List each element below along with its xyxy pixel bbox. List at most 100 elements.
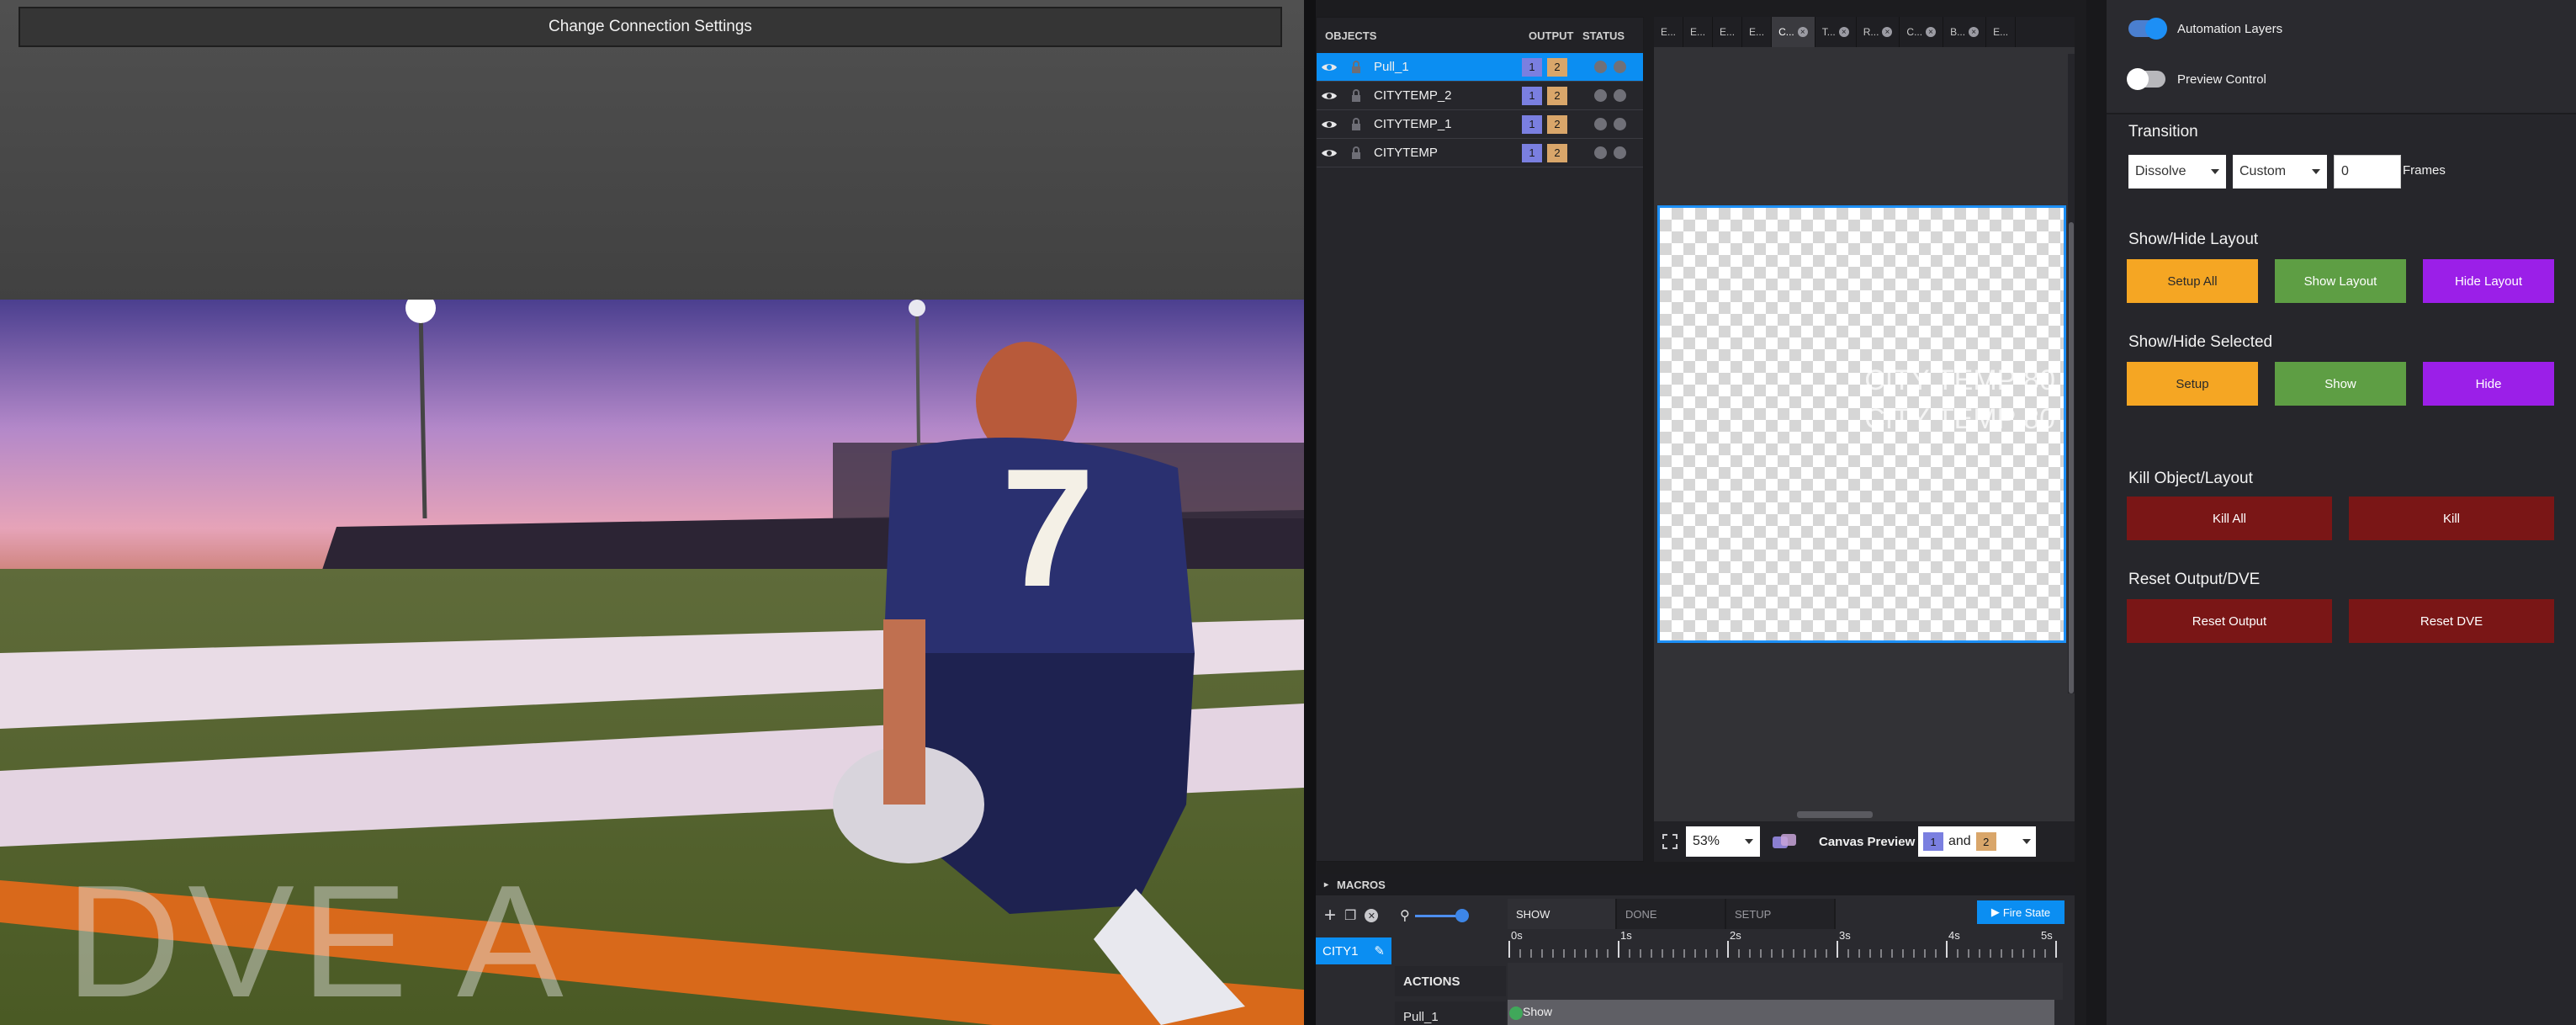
macros-header[interactable]: ▸ MACROS (1316, 874, 2075, 895)
close-tab-icon[interactable]: × (1838, 27, 1849, 37)
collapse-icon[interactable]: ▸ (1324, 880, 1328, 890)
layout-tab-label: E... (1661, 26, 1677, 38)
timeline-tick-label: 2s (1730, 929, 1741, 942)
lock-icon[interactable] (1342, 146, 1370, 160)
toggle-section: Automation Layers Preview Control (2107, 0, 2576, 114)
close-tab-icon[interactable]: × (1969, 27, 1980, 37)
close-tab-icon[interactable]: × (1926, 27, 1937, 37)
lock-icon[interactable] (1342, 88, 1370, 103)
jersey-number: 7 (1001, 434, 1095, 622)
layout-tab[interactable]: E... (1986, 17, 2017, 47)
reset-output-button[interactable]: Reset Output (2127, 599, 2332, 643)
layout-canvas[interactable]: CITY TEMP 80 CITY TEMP 80 (1657, 205, 2066, 643)
visibility-eye-icon[interactable] (1317, 119, 1342, 130)
panel-divider-right[interactable] (2086, 0, 2107, 1025)
macro-item-label: CITY1 (1322, 943, 1359, 959)
transition-title: Transition (2128, 123, 2198, 141)
state-tab-show[interactable]: SHOW (1508, 899, 1617, 929)
automation-layers-label: Automation Layers (2177, 21, 2283, 36)
output-1-badge[interactable]: 1 (1522, 143, 1542, 162)
overlay-toggle-icon[interactable] (1760, 832, 1810, 851)
layout-tab[interactable]: E... (1713, 17, 1743, 47)
transition-mode-select[interactable]: Custom (2233, 155, 2327, 189)
object-row[interactable]: CITYTEMP 1 2 (1317, 139, 1643, 167)
close-macro-icon[interactable]: ✕ (1365, 909, 1379, 922)
output-2-badge[interactable]: 2 (1547, 86, 1567, 105)
add-macro-icon[interactable]: + (1324, 904, 1336, 927)
transition-type-value: Dissolve (2135, 164, 2186, 178)
macros-title: MACROS (1337, 878, 1386, 891)
timeline-body (1508, 963, 2063, 1000)
macros-panel: ▸ MACROS + ❐ ✕ CITY1 ✎ ⚲ SHOW DONE SETUP… (1316, 874, 2075, 1025)
object-row[interactable]: CITYTEMP_1 1 2 (1317, 110, 1643, 139)
action-marker[interactable] (1509, 1006, 1523, 1020)
frames-label: Frames (2403, 163, 2446, 178)
frames-input[interactable]: 0 (2334, 155, 2401, 189)
reset-dve-button[interactable]: Reset DVE (2349, 599, 2554, 643)
setup-button[interactable]: Setup (2127, 362, 2258, 406)
output-column-header: OUTPUT (1529, 29, 1574, 42)
output-1-badge[interactable]: 1 (1522, 57, 1542, 77)
layout-tab[interactable]: E... (1742, 17, 1773, 47)
object-row[interactable]: CITYTEMP_2 1 2 (1317, 82, 1643, 110)
layout-tab[interactable]: C... × (1900, 17, 1944, 47)
action-row-label[interactable]: Pull_1 (1395, 1001, 1506, 1025)
fit-to-screen-icon[interactable] (1654, 833, 1686, 850)
output-2-badge[interactable]: 2 (1547, 143, 1567, 162)
macro-item-city1[interactable]: CITY1 ✎ (1316, 937, 1391, 964)
setup-all-button[interactable]: Setup All (2127, 259, 2258, 303)
output-1-badge[interactable]: 1 (1522, 86, 1542, 105)
layout-tab-label: E... (1690, 26, 1706, 38)
close-tab-icon[interactable]: × (1797, 27, 1808, 37)
fire-state-button[interactable]: ▶ Fire State (1977, 900, 2065, 924)
kill-all-button[interactable]: Kill All (2127, 497, 2332, 540)
output-2-badge[interactable]: 2 (1547, 57, 1567, 77)
state-tab-setup[interactable]: SETUP (1726, 899, 1836, 929)
layout-tab[interactable]: C... × (1772, 17, 1815, 47)
show-layout-button[interactable]: Show Layout (2275, 259, 2406, 303)
visibility-eye-icon[interactable] (1317, 147, 1342, 159)
lock-icon[interactable] (1342, 117, 1370, 131)
layout-tab[interactable]: B... × (1943, 17, 1987, 47)
status-column-header: STATUS (1582, 29, 1625, 42)
preview-control-label: Preview Control (2177, 72, 2266, 87)
visibility-eye-icon[interactable] (1317, 61, 1342, 73)
layout-tab[interactable]: E... (1654, 17, 1684, 47)
timeline-tick-label: 4s (1948, 929, 1960, 942)
close-tab-icon[interactable]: × (1882, 27, 1893, 37)
visibility-eye-icon[interactable] (1317, 90, 1342, 102)
timeline-tick-label: 0s (1511, 929, 1523, 942)
timeline-ruler[interactable]: 0s 1s 2s 3s 4s 5s (1506, 929, 2068, 963)
timeline-zoom-slider[interactable] (1414, 908, 1469, 922)
layout-tab[interactable]: R... × (1857, 17, 1900, 47)
preview-control-toggle[interactable] (2127, 68, 2165, 90)
panel-divider[interactable] (1304, 0, 1316, 1025)
object-row[interactable]: Pull_1 1 2 (1317, 53, 1643, 82)
show-hide-selected-title: Show/Hide Selected (2128, 333, 2273, 351)
layout-tab-label: R... (1863, 26, 1879, 38)
output-1-badge[interactable]: 1 (1522, 114, 1542, 134)
output-2-badge[interactable]: 2 (1547, 114, 1567, 134)
canvas-vertical-scrollbar[interactable] (2068, 54, 2075, 693)
change-connection-button[interactable]: Change Connection Settings (19, 7, 1282, 47)
hide-layout-button[interactable]: Hide Layout (2423, 259, 2554, 303)
status-dot (1614, 118, 1626, 130)
canvas-horizontal-scrollbar[interactable] (1797, 811, 1873, 818)
kill-button[interactable]: Kill (2349, 497, 2554, 540)
state-tab-done[interactable]: DONE (1617, 899, 1726, 929)
lock-icon[interactable] (1342, 60, 1370, 74)
edit-pencil-icon[interactable]: ✎ (1374, 943, 1385, 959)
play-icon: ▶ (1990, 906, 2000, 918)
hide-button[interactable]: Hide (2423, 362, 2554, 406)
show-button[interactable]: Show (2275, 362, 2406, 406)
show-hide-layout-title: Show/Hide Layout (2128, 231, 2259, 248)
automation-layers-toggle[interactable] (2128, 18, 2167, 40)
canvas-preview-select[interactable]: 1 and 2 (1918, 826, 2036, 857)
layout-tab-label: E... (1720, 26, 1736, 38)
layout-tab[interactable]: E... (1683, 17, 1714, 47)
action-track[interactable]: Show (1508, 1000, 2054, 1025)
transition-type-select[interactable]: Dissolve (2128, 155, 2226, 189)
zoom-select[interactable]: 53% (1686, 826, 1760, 857)
layout-tab[interactable]: T... × (1815, 17, 1857, 47)
duplicate-macro-icon[interactable]: ❐ (1344, 907, 1356, 924)
